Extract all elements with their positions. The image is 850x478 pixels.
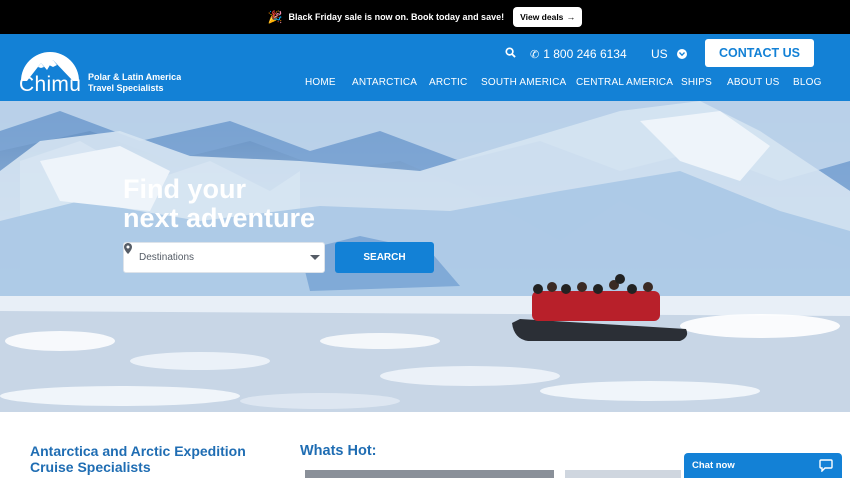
chat-label: Chat now	[692, 460, 735, 471]
whats-hot-card[interactable]	[305, 470, 554, 478]
phone-number: 1 800 246 6134	[543, 47, 627, 61]
party-popper-icon: 🎉	[267, 10, 283, 24]
arrow-right-icon: →	[566, 12, 576, 22]
view-deals-button[interactable]: View deals →	[513, 7, 583, 27]
nav-item-arctic[interactable]: ARCTIC	[429, 77, 467, 88]
nav-item-home[interactable]: HOME	[305, 77, 336, 88]
phone-icon: ✆	[530, 48, 540, 61]
whats-hot-card[interactable]	[565, 470, 681, 478]
site-header: Chimu Polar & Latin America Travel Speci…	[0, 34, 850, 101]
phone-link[interactable]: ✆ 1 800 246 6134	[530, 47, 627, 61]
whats-hot-heading: Whats Hot:	[300, 443, 377, 459]
intro-heading: Antarctica and Arctic Expedition Cruise …	[30, 443, 246, 475]
destinations-placeholder: Destinations	[139, 252, 195, 263]
region-label: US	[651, 47, 668, 61]
promo-message: Black Friday sale is now on. Book today …	[288, 12, 505, 22]
nav-item-ships[interactable]: SHIPS	[681, 77, 712, 88]
promo-bar: 🎉 Black Friday sale is now on. Book toda…	[0, 0, 850, 34]
nav-item-central-america[interactable]: CENTRAL AMERICA	[576, 77, 673, 88]
chat-widget[interactable]: Chat now	[684, 453, 842, 478]
search-submit-button[interactable]: SEARCH	[335, 242, 434, 273]
region-selector[interactable]: US	[651, 47, 687, 61]
contact-us-button[interactable]: CONTACT US	[705, 39, 814, 67]
search-button[interactable]	[505, 47, 516, 58]
hero-title-line-1: Find your	[123, 174, 246, 204]
nav-item-about-us[interactable]: ABOUT US	[727, 77, 780, 88]
destinations-select[interactable]: Destinations	[123, 242, 325, 273]
chevron-down-icon	[676, 49, 687, 59]
nav-item-south-america[interactable]: SOUTH AMERICA	[481, 77, 566, 88]
hero-banner: Find your next adventure Destinations SE…	[0, 101, 850, 412]
nav-item-antarctica[interactable]: ANTARCTICA	[352, 77, 417, 88]
hero-title: Find your next adventure	[123, 175, 315, 233]
chat-bubble-icon	[819, 459, 833, 472]
nav-item-blog[interactable]: BLOG	[793, 77, 822, 88]
hero-title-line-2: next adventure	[123, 203, 316, 233]
main-nav: HOME ANTARCTICA ARCTIC SOUTH AMERICA CEN…	[0, 77, 850, 91]
view-deals-label: View deals	[520, 12, 564, 22]
chevron-down-icon	[310, 255, 320, 260]
search-icon	[505, 47, 516, 58]
